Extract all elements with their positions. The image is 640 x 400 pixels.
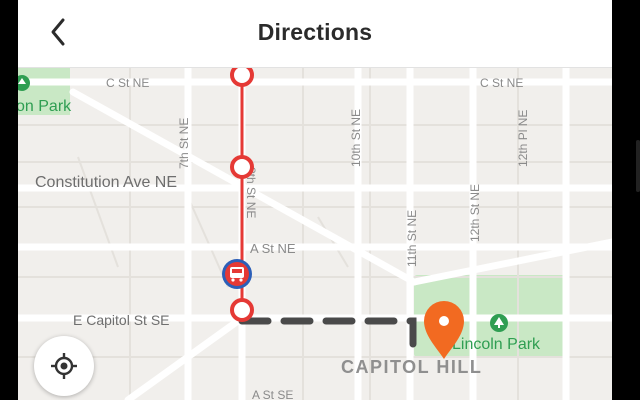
street-label-11th-st: 11th St NE [405,210,419,267]
map-canvas[interactable]: C St NE C St NE Constitution Ave NE A St… [18,67,612,400]
bus-icon[interactable] [222,259,252,289]
park-tree-icon [490,314,508,332]
neighborhood-label: CAPITOL HILL [341,357,482,377]
street-label-constitution-ave: Constitution Ave NE [35,174,177,191]
street-label-e-capitol-st: E Capitol St SE [73,312,170,328]
walking-route [238,317,417,363]
route-stop-1[interactable] [230,67,254,87]
street-label-7th-st: 7th St NE [177,118,191,169]
route-stop-2[interactable] [230,155,254,179]
place-label-lincoln-park[interactable]: Lincoln Park [452,336,541,353]
street-label-c-st-ne-left: C St NE [106,76,149,90]
side-button-edge [636,140,640,192]
street-label-a-st-se: A St SE [252,388,293,400]
header-bar: Directions [18,0,612,68]
route-stop-3[interactable] [230,298,254,322]
locate-crosshair-icon [51,353,77,379]
street-label-12th-st: 12th St NE [468,184,482,242]
map-view[interactable]: C St NE C St NE Constitution Ave NE A St… [18,67,612,400]
place-label-park-left: on Park [18,98,72,115]
street-label-12th-pl: 12th Pl NE [516,110,530,167]
street-label-c-st-ne-right: C St NE [480,76,523,90]
phone-screen: Directions C St NE C St NE Constitution … [18,0,612,400]
street-label-a-st-ne: A St NE [250,241,296,256]
page-title: Directions [257,19,373,45]
locate-me-button[interactable] [34,336,94,396]
street-label-10th-st: 10th St NE [349,109,363,167]
